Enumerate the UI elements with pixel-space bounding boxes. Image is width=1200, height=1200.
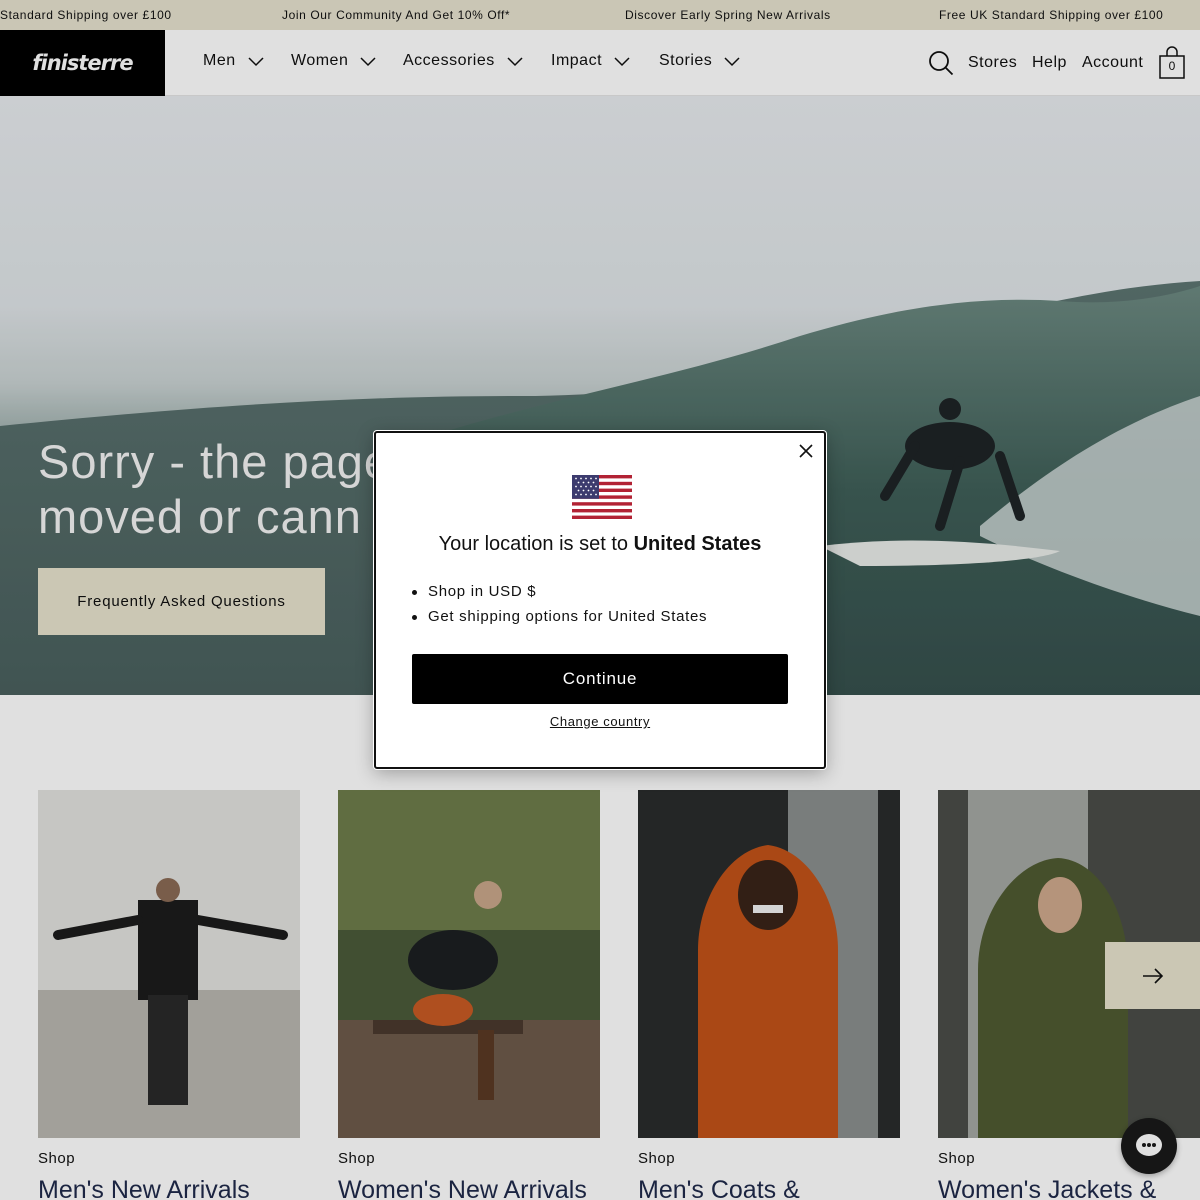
continue-button[interactable]: Continue: [412, 654, 788, 704]
modal-bullet: Get shipping options for United States: [412, 608, 707, 633]
location-modal: Your location is set to United States Sh…: [374, 431, 826, 769]
modal-bullets: Shop in USD $ Get shipping options for U…: [412, 583, 707, 633]
us-flag-icon: [572, 475, 632, 519]
change-country-link[interactable]: Change country: [376, 714, 824, 729]
close-icon[interactable]: [797, 442, 815, 460]
modal-heading: Your location is set to United States: [376, 533, 824, 556]
modal-heading-prefix: Your location is set to: [438, 533, 628, 555]
modal-country: United States: [633, 533, 762, 555]
modal-bullet: Shop in USD $: [412, 583, 707, 608]
